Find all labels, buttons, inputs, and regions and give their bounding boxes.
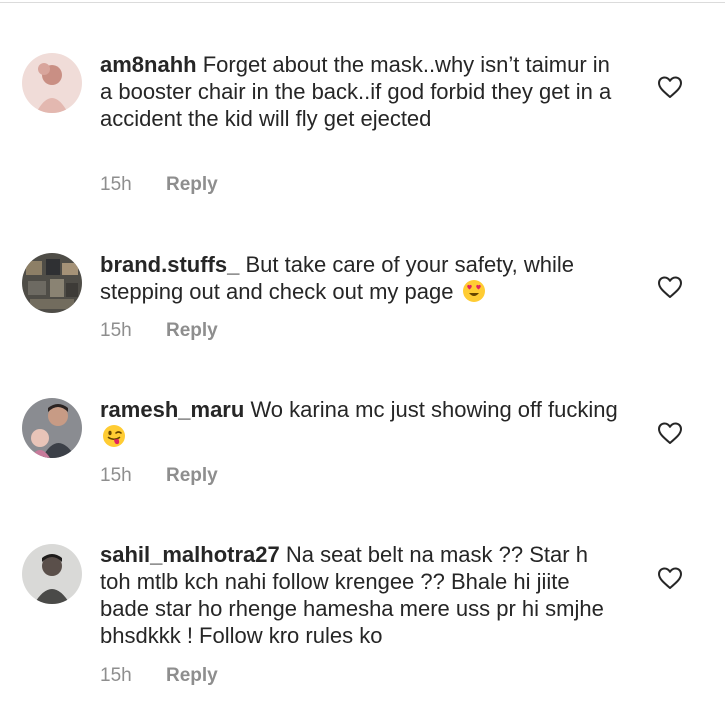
comment-timestamp: 15h [100, 665, 132, 686]
comment-username[interactable]: brand.stuffs_ [100, 252, 239, 277]
comment-text: am8nahh Forget about the mask..why isn’t… [100, 51, 620, 132]
avatar[interactable] [22, 53, 82, 113]
avatar[interactable] [22, 544, 82, 604]
reply-button[interactable]: Reply [166, 174, 218, 195]
heart-outline-icon[interactable] [657, 566, 683, 590]
heart-outline-icon[interactable] [657, 275, 683, 299]
reply-button[interactable]: Reply [166, 320, 218, 341]
comment-username[interactable]: sahil_malhotra27 [100, 542, 280, 567]
comment-username[interactable]: am8nahh [100, 52, 197, 77]
comment-username[interactable]: ramesh_maru [100, 397, 244, 422]
comment-meta: 15h Reply [100, 465, 218, 487]
comment-text: ramesh_maru Wo karina mc just showing of… [100, 396, 620, 450]
winking-tongue-emoji [103, 425, 125, 447]
reply-button[interactable]: Reply [166, 665, 218, 686]
comment-meta: 15h Reply [100, 320, 218, 342]
comment-text: sahil_malhotra27 Na seat belt na mask ??… [100, 541, 620, 649]
comment-meta: 15h Reply [100, 665, 218, 687]
heart-outline-icon[interactable] [657, 75, 683, 99]
heart-eyes-emoji [462, 280, 485, 302]
comment-body: Wo karina mc just showing off fucking [250, 397, 618, 422]
comment-timestamp: 15h [100, 465, 132, 486]
reply-button[interactable]: Reply [166, 465, 218, 486]
comment-meta: 15h Reply [100, 174, 218, 196]
avatar[interactable] [22, 398, 82, 458]
comment-timestamp: 15h [100, 320, 132, 341]
comment-text: brand.stuffs_ But take care of your safe… [100, 251, 620, 305]
comment-timestamp: 15h [100, 174, 132, 195]
heart-outline-icon[interactable] [657, 421, 683, 445]
top-divider [0, 2, 725, 3]
avatar[interactable] [22, 253, 82, 313]
